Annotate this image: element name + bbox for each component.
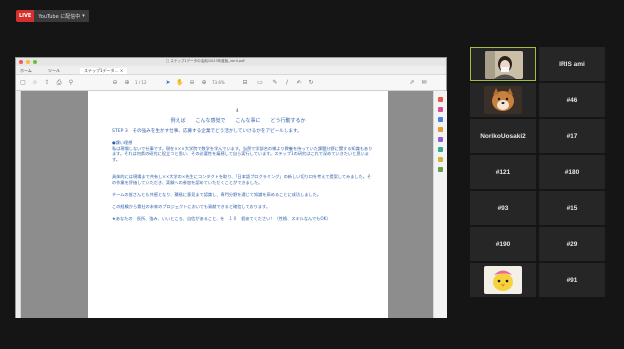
upload-icon[interactable]: ⇪ [43, 79, 51, 87]
document-page: 4 例えば こんな感覚で こんな事に どう行動するか STEP 3 その強みを生… [88, 91, 388, 318]
zoom-in-icon-2[interactable]: ⊕ [200, 79, 208, 87]
paragraph-2: 具体的には現場まで共有し××大学の×先生にコンタクトを取り、「日本語プログラミン… [112, 174, 372, 185]
participant-tile[interactable]: #29 [539, 227, 605, 261]
fill-sign-icon[interactable] [438, 147, 443, 152]
participant-tile[interactable]: #121 [470, 155, 536, 189]
tab-tools[interactable]: ツール [48, 68, 60, 74]
window-minimize-icon[interactable] [26, 60, 30, 64]
chick-character-icon [484, 266, 522, 294]
participant-tile[interactable]: IRIS ami [539, 47, 605, 81]
tools-panel [433, 91, 447, 318]
participant-tile[interactable]: #91 [539, 263, 605, 297]
more-tools-icon[interactable] [438, 167, 443, 172]
live-stream-dropdown[interactable]: YouTube に配信中 ▾ [34, 10, 89, 22]
page-indicator[interactable]: 1 / 12 [135, 79, 147, 87]
organize-pages-icon[interactable] [438, 137, 443, 142]
paragraph-5: ★あなたの 長所、強み、いいところ、自信があること、を １０ 個あてください！（… [112, 216, 331, 221]
create-pdf-icon[interactable] [438, 117, 443, 122]
comment-icon[interactable]: ▭ [256, 79, 264, 87]
participant-tile[interactable]: #180 [539, 155, 605, 189]
participant-tile[interactable]: #93 [470, 191, 536, 225]
export-pdf-icon[interactable] [438, 97, 443, 102]
participant-gallery: IRIS ami #46 NorikoUosaki2 #17 #121 #180… [470, 47, 605, 297]
highlight-icon[interactable]: ∕ [283, 79, 291, 87]
print-icon[interactable]: ⎙ [55, 79, 63, 87]
dog-photo-icon [484, 86, 522, 114]
window-titlebar: □ ステップ1データの活用/2023年度版_ver4.pdf [16, 58, 446, 66]
zoom-out-icon[interactable]: ⊖ [111, 79, 119, 87]
page-gutter-right [388, 91, 433, 318]
hand-icon[interactable]: ✋ [176, 79, 184, 87]
paragraph-1: ●課い理想 私は現場しないで仕事です。現在×××大学院で数学を学んでいます。当然… [112, 140, 373, 162]
window-close-icon[interactable] [19, 60, 23, 64]
window-maximize-icon[interactable] [33, 60, 37, 64]
window-title: □ ステップ1データの活用/2023年度版_ver4.pdf [166, 59, 245, 63]
participant-tile[interactable]: NorikoUosaki2 [470, 119, 536, 153]
search-icon[interactable]: ⚲ [67, 79, 75, 87]
live-stream-text: YouTube に配信中 [38, 13, 81, 20]
paragraph-3: チームの皆さんとも共感となり、積極に意見まで認識し、専門分野を通じて知識を高める… [112, 192, 321, 197]
participant-tile[interactable]: #17 [539, 119, 605, 153]
zoom-out-icon-2[interactable]: ⊖ [188, 79, 196, 87]
sign-icon[interactable]: ✍ [295, 79, 303, 87]
chevron-down-icon: ▾ [82, 13, 85, 19]
pen-icon[interactable]: ✎ [271, 79, 279, 87]
viewer-toolbar: ▢ ☆ ⇪ ⎙ ⚲ ⊖ ⊕ 1 / 12 ➤ ✋ ⊖ ⊕ 73.6% ⊟ ▭ ✎… [16, 75, 446, 91]
bookmark-icon[interactable]: ☆ [31, 79, 39, 87]
step-line: STEP 3 その強みを生かす仕事、応募する企業でどう活かしていけるかをアピール… [112, 129, 302, 134]
live-stream-badge[interactable]: LIVE YouTube に配信中 ▾ [16, 10, 89, 22]
shared-document-window: □ ステップ1データの活用/2023年度版_ver4.pdf ホーム ツール ス… [15, 57, 447, 318]
participant-tile-photo[interactable] [470, 83, 536, 117]
mail-icon[interactable]: ✉ [420, 79, 428, 87]
page-gutter-left [21, 91, 88, 318]
new-file-icon[interactable]: ▢ [19, 79, 27, 87]
participant-tile[interactable]: #15 [539, 191, 605, 225]
live-label: LIVE [16, 10, 35, 22]
edit-pdf-icon[interactable] [438, 107, 443, 112]
rotate-icon[interactable]: ↻ [307, 79, 315, 87]
fit-page-icon[interactable]: ⊟ [241, 79, 249, 87]
protect-icon[interactable] [438, 157, 443, 162]
participant-tile-avatar[interactable] [470, 263, 536, 297]
select-cursor-icon[interactable]: ➤ [164, 79, 172, 87]
paragraph-4: この経験から貴社の未来のプロジェクトにおいても貢献できると確信しております。 [112, 204, 271, 209]
comment-tool-icon[interactable] [438, 127, 443, 132]
participant-tile[interactable]: #190 [470, 227, 536, 261]
page-mark: 4 [236, 108, 239, 113]
document-heading: 例えば こんな感覚で こんな事に どう行動するか [170, 118, 306, 124]
tab-bar: ホーム ツール ステップ1データ… × [16, 66, 446, 75]
meeting-screen: { "live_badge": { "label": "LIVE", "text… [0, 0, 624, 349]
participant-tile-video[interactable] [470, 47, 536, 81]
participant-tile[interactable]: #46 [539, 83, 605, 117]
share-icon[interactable]: ⇗ [408, 79, 416, 87]
tab-home[interactable]: ホーム [20, 68, 32, 74]
zoom-level[interactable]: 73.6% [212, 79, 225, 87]
zoom-in-icon[interactable]: ⊕ [123, 79, 131, 87]
tab-document[interactable]: ステップ1データ… × [80, 68, 128, 74]
person-video-icon [485, 51, 523, 79]
